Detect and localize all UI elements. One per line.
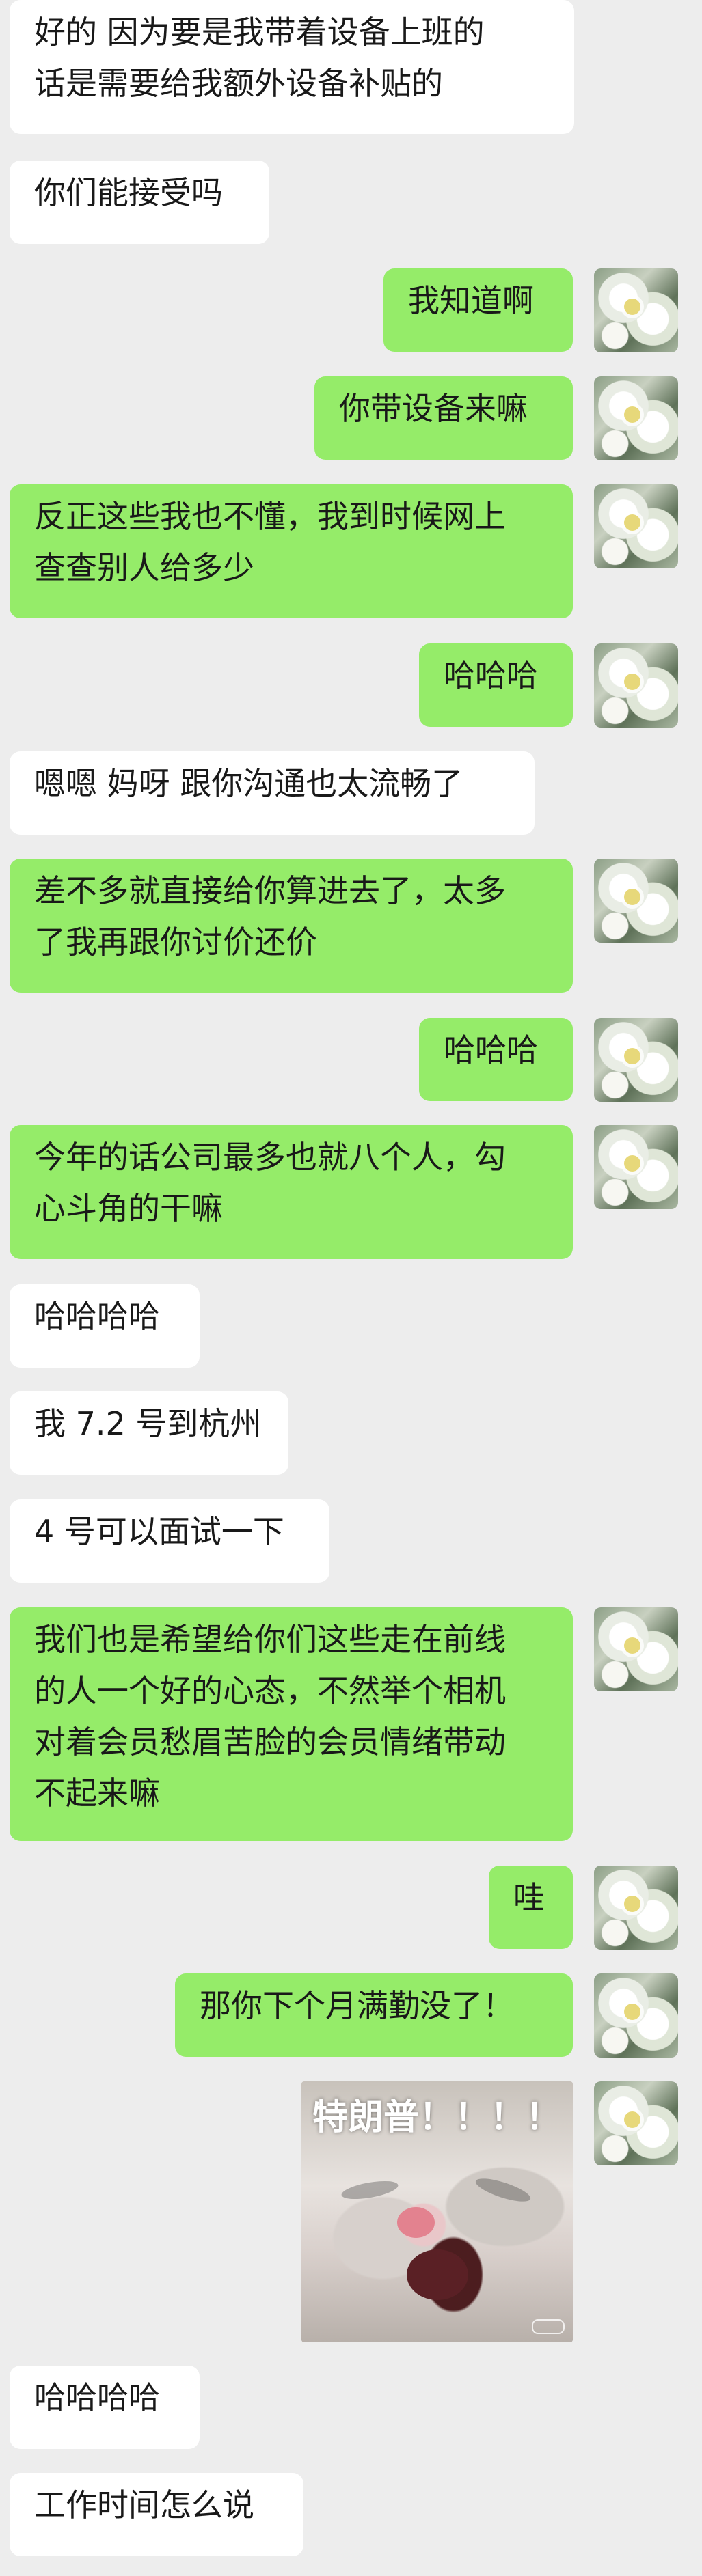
incoming-message-8[interactable]: 工作时间怎么说: [10, 2473, 303, 2556]
incoming-message-3[interactable]: 嗯嗯 妈呀 跟你沟通也太流畅了: [10, 751, 535, 835]
outgoing-message-5[interactable]: 差不多就直接给你算进去了，太多 了我再跟你讨价还价: [10, 859, 573, 993]
incoming-message-7[interactable]: 哈哈哈哈: [10, 2366, 200, 2449]
sticker-image[interactable]: 特朗普！！！！: [301, 2081, 573, 2342]
incoming-message-4[interactable]: 哈哈哈哈: [10, 1284, 200, 1368]
cat-mouth: [407, 2249, 468, 2300]
outgoing-message-4[interactable]: 哈哈哈: [419, 643, 573, 727]
avatar[interactable]: [594, 484, 678, 568]
outgoing-message-9[interactable]: 哇: [489, 1866, 573, 1949]
cat-eye: [340, 2177, 400, 2203]
avatar[interactable]: [594, 1018, 678, 1102]
outgoing-message-8[interactable]: 我们也是希望给你们这些走在前线 的人一个好的心态，不然举个相机 对着会员愁眉苦脸…: [10, 1607, 573, 1841]
cat-eye: [473, 2174, 533, 2206]
outgoing-message-7[interactable]: 今年的话公司最多也就八个人，勾 心斗角的干嘛: [10, 1125, 573, 1259]
outgoing-message-6[interactable]: 哈哈哈: [419, 1018, 573, 1101]
incoming-message-1[interactable]: 好的 因为要是我带着设备上班的 话是需要给我额外设备补贴的: [10, 0, 574, 134]
avatar[interactable]: [594, 1607, 678, 1691]
outgoing-message-2[interactable]: 你带设备来嘛: [314, 376, 573, 460]
watermark-icon: [532, 2319, 565, 2334]
avatar[interactable]: [594, 1866, 678, 1950]
avatar[interactable]: [594, 859, 678, 943]
sticker-caption: 特朗普！！！！: [312, 2097, 562, 2138]
chat-conversation: 好的 因为要是我带着设备上班的 话是需要给我额外设备补贴的 你们能接受吗 我知道…: [0, 0, 702, 2576]
outgoing-message-10[interactable]: 那你下个月满勤没了！: [175, 1973, 573, 2057]
avatar[interactable]: [594, 376, 678, 460]
avatar[interactable]: [594, 2081, 678, 2165]
cat-nose: [397, 2207, 435, 2238]
avatar[interactable]: [594, 643, 678, 728]
avatar[interactable]: [594, 268, 678, 352]
incoming-message-2[interactable]: 你们能接受吗: [10, 161, 269, 244]
avatar[interactable]: [594, 1125, 678, 1209]
incoming-message-5[interactable]: 我 7.2 号到杭州: [10, 1391, 288, 1475]
incoming-message-6[interactable]: 4 号可以面试一下: [10, 1499, 329, 1583]
avatar[interactable]: [594, 1973, 678, 2058]
outgoing-message-3[interactable]: 反正这些我也不懂，我到时候网上 查查别人给多少: [10, 484, 573, 618]
outgoing-message-1[interactable]: 我知道啊: [383, 268, 573, 352]
